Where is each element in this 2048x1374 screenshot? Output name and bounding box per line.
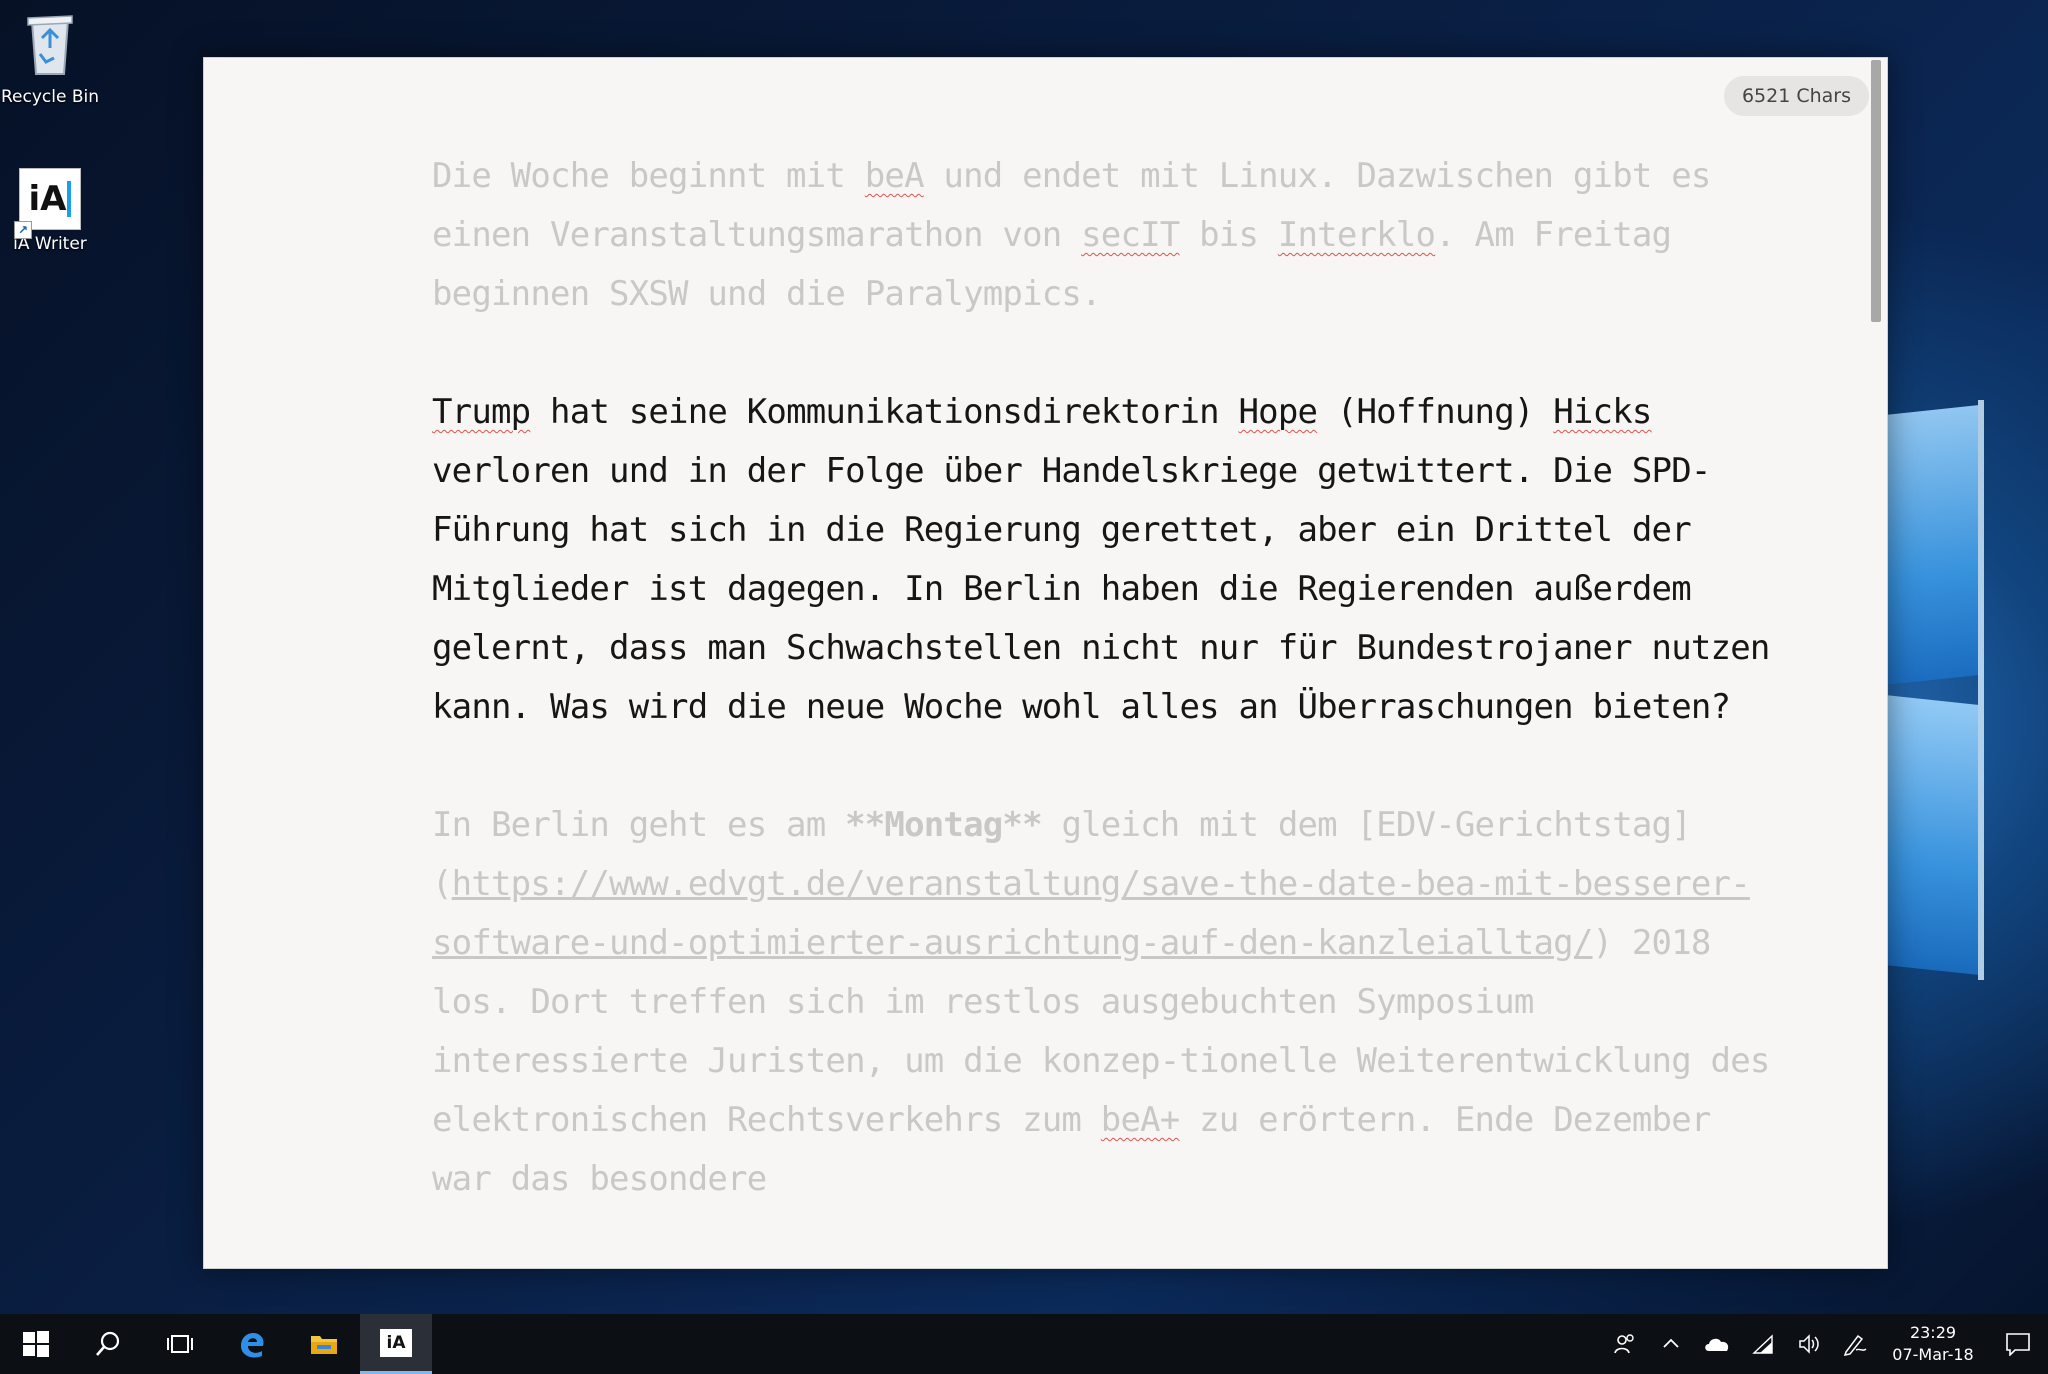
task-view-icon — [167, 1335, 193, 1353]
wallpaper-logo-pane — [1886, 695, 1978, 975]
misspelled-word: beA+ — [1100, 1100, 1180, 1140]
misspelled-word: beA — [864, 156, 925, 196]
search-icon — [96, 1331, 120, 1356]
char-count-badge[interactable]: 6521 Chars — [1723, 76, 1869, 116]
task-view-button[interactable] — [144, 1314, 216, 1374]
clock-time: 23:29 — [1909, 1323, 1957, 1342]
ia-writer-icon: iA — [380, 1328, 412, 1357]
pen-ink-workspace-icon[interactable] — [1832, 1332, 1878, 1356]
desktop-icon-ia-writer[interactable]: iA ↗ iA Writer — [0, 168, 100, 254]
file-explorer-icon — [311, 1336, 337, 1354]
onedrive-cloud-icon[interactable] — [1694, 1334, 1740, 1354]
ia-writer-icon: iA ↗ — [14, 168, 81, 239]
taskbar-file-explorer[interactable] — [288, 1314, 360, 1374]
misspelled-word: Interklo — [1277, 215, 1436, 255]
misspelled-word: secIT — [1081, 215, 1180, 255]
wifi-icon[interactable] — [1740, 1333, 1786, 1355]
misspelled-word: Hicks — [1553, 392, 1652, 432]
wallpaper-logo-pane — [1886, 405, 1978, 685]
taskbar-ia-writer[interactable]: iA — [360, 1314, 432, 1374]
misspelled-word: Trump — [432, 392, 531, 432]
system-tray: 23:29 07-Mar-18 — [1602, 1314, 2048, 1374]
paragraph-1[interactable]: Die Woche beginnt mit beA und endet mit … — [432, 147, 1782, 324]
clock-date: 07-Mar-18 — [1892, 1345, 1974, 1364]
notification-icon — [2006, 1333, 2030, 1356]
desktop-icon-recycle-bin[interactable]: Recycle Bin — [0, 8, 100, 107]
paragraph-2-focused[interactable]: Trump hat seine Kommunikationsdirektorin… — [432, 383, 1782, 737]
url-link[interactable]: https://www.edvgt.de/veranstaltung/save-… — [432, 864, 1751, 963]
taskbar-edge[interactable] — [216, 1314, 288, 1374]
chevron-up-icon[interactable] — [1648, 1334, 1694, 1354]
start-button[interactable] — [0, 1314, 72, 1374]
ia-writer-glyph: iA — [28, 179, 67, 219]
wallpaper-logo-edge — [1978, 400, 1984, 980]
people-icon[interactable] — [1602, 1332, 1648, 1356]
editor-text-area[interactable]: Die Woche beginnt mit beA und endet mit … — [432, 147, 1782, 1268]
desktop-icon-label: Recycle Bin — [0, 87, 99, 107]
editor-scrollbar[interactable] — [1871, 60, 1881, 322]
action-center-button[interactable] — [1988, 1332, 2048, 1356]
ia-writer-window[interactable]: 6521 Chars Die Woche beginnt mit beA und… — [203, 57, 1888, 1269]
taskbar: iA 23:29 07-Mar-18 — [0, 1314, 2048, 1374]
bold-markup: **Montag** — [845, 805, 1043, 845]
search-button[interactable] — [72, 1314, 144, 1374]
misspelled-word: Hope — [1238, 392, 1318, 432]
volume-icon[interactable] — [1786, 1333, 1832, 1355]
recycle-bin-icon — [27, 15, 73, 75]
shortcut-arrow-icon: ↗ — [14, 221, 32, 239]
taskbar-clock[interactable]: 23:29 07-Mar-18 — [1878, 1322, 1988, 1366]
paragraph-3[interactable]: In Berlin geht es am **Montag** gleich m… — [432, 796, 1782, 1209]
edge-icon — [241, 1333, 264, 1358]
start-icon — [23, 1331, 49, 1357]
